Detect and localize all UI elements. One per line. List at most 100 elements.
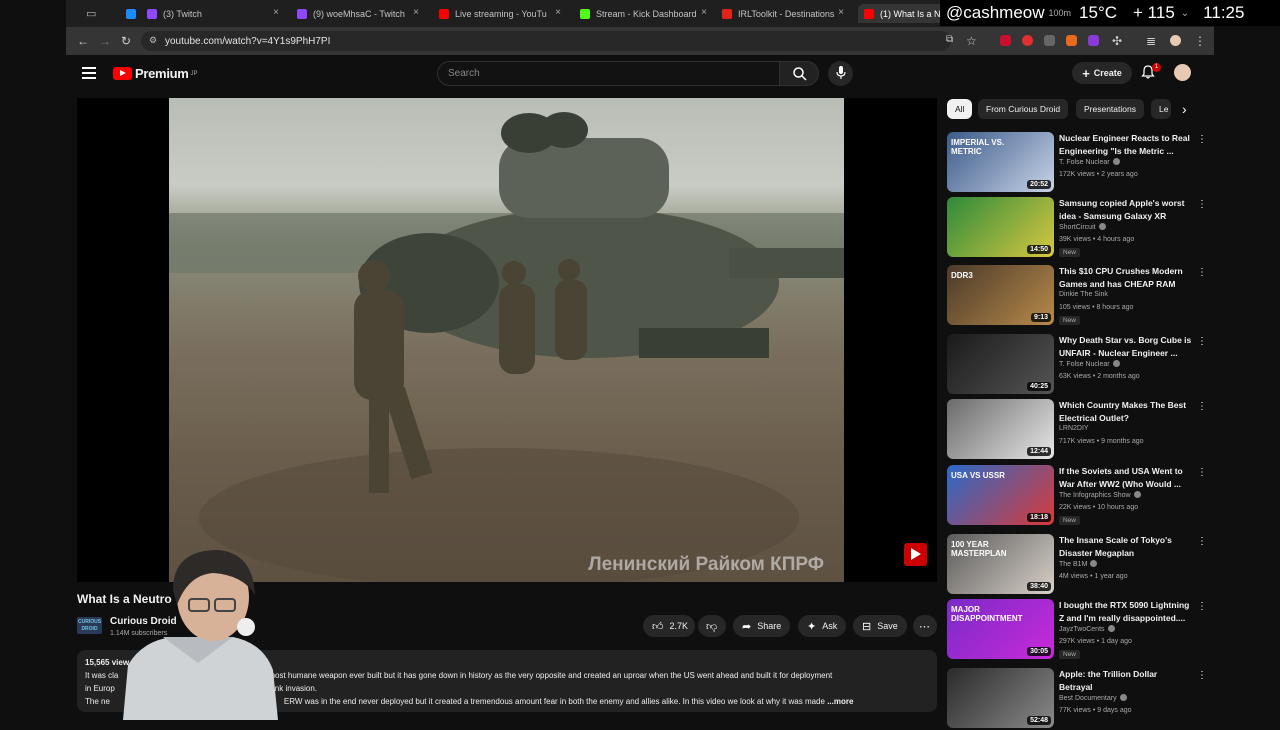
channel-name[interactable]: LRN2DIY: [1059, 425, 1089, 432]
more-horizontal-icon: ⋯: [919, 620, 930, 633]
reload-icon[interactable]: ↻: [121, 34, 131, 48]
video-thumbnail[interactable]: 52:48: [947, 668, 1054, 728]
tab-close-icon[interactable]: ×: [413, 7, 419, 18]
video-thumbnail[interactable]: 14:50: [947, 197, 1054, 257]
chip-from-channel[interactable]: From Curious Droid: [978, 99, 1069, 119]
recommended-video[interactable]: 100 YEAR MASTERPLAN 38:40 The Insane Scale…: [947, 534, 1207, 596]
url-field[interactable]: ⚙ youtube.com/watch?v=4Y1s9PhH7PI: [141, 31, 951, 51]
more-options-icon[interactable]: ⋮: [1197, 336, 1207, 347]
more-options-icon[interactable]: ⋮: [1197, 134, 1207, 145]
install-app-icon[interactable]: ⧉: [946, 34, 953, 45]
channel-name[interactable]: JayzTwoCents: [1059, 625, 1115, 633]
video-title[interactable]: Apple: the Trillion Dollar Betrayal: [1059, 668, 1193, 693]
video-title[interactable]: If the Soviets and USA Went to War After…: [1059, 465, 1193, 490]
video-player[interactable]: Ленинский Райком КПРФ: [77, 98, 937, 582]
recommended-video[interactable]: 40:25 Why Death Star vs. Borg Cube is UNF…: [947, 334, 1207, 396]
chip-presentations[interactable]: Presentations: [1076, 99, 1144, 119]
search-button[interactable]: [779, 61, 819, 86]
chip-all[interactable]: All: [947, 99, 973, 119]
browser-tab[interactable]: (9) woeMhsaC - Twitch ×: [291, 4, 421, 23]
tab-overview-icon[interactable]: ▭: [86, 4, 126, 23]
show-more-link[interactable]: ...more: [827, 697, 853, 706]
browser-tab[interactable]: Stream - Kick Dashboard ×: [574, 4, 709, 23]
menu-icon[interactable]: [82, 67, 96, 79]
overlay-handle: @cashmeow: [946, 3, 1045, 22]
more-options-icon[interactable]: ⋮: [1197, 467, 1207, 478]
back-icon[interactable]: ←: [77, 34, 89, 48]
more-options-icon[interactable]: ⋮: [1197, 199, 1207, 210]
search-input[interactable]: Search: [437, 61, 780, 86]
account-avatar[interactable]: [1174, 64, 1191, 81]
recommended-video[interactable]: DDR3 9:13 This $10 CPU Crushes Modern Game…: [947, 265, 1207, 327]
video-title[interactable]: Nuclear Engineer Reacts to Real Engineer…: [1059, 132, 1193, 157]
video-thumbnail[interactable]: 12:44: [947, 399, 1054, 459]
channel-name[interactable]: ShortCircuit: [1059, 223, 1106, 231]
channel-avatar[interactable]: CURIOUS DROID: [77, 617, 102, 634]
chevron-right-icon[interactable]: ›: [1182, 101, 1187, 117]
voice-search-button[interactable]: [828, 61, 853, 86]
browser-menu-icon[interactable]: ⋮: [1194, 34, 1206, 48]
more-options-icon[interactable]: ⋮: [1197, 601, 1207, 612]
more-options-icon[interactable]: ⋮: [1197, 267, 1207, 278]
channel-name[interactable]: T. Folse Nuclear: [1059, 360, 1120, 368]
recommended-video[interactable]: USA VS USSR 18:18 If the Soviets and USA W…: [947, 465, 1207, 527]
video-title[interactable]: This $10 CPU Crushes Modern Games and ha…: [1059, 265, 1193, 290]
create-button[interactable]: + Create: [1072, 62, 1132, 84]
tab-close-icon[interactable]: ×: [273, 7, 279, 18]
video-thumbnail[interactable]: 40:25: [947, 334, 1054, 394]
chip-more[interactable]: Le: [1151, 99, 1171, 119]
channel-label: T. Folse Nuclear: [1059, 159, 1110, 166]
save-label: Save: [877, 621, 898, 631]
video-title[interactable]: Which Country Makes The Best Electrical …: [1059, 399, 1193, 424]
channel-name[interactable]: The Infographics Show: [1059, 491, 1141, 499]
channel-name[interactable]: Dinkie The Sink: [1059, 291, 1108, 298]
video-thumbnail[interactable]: 100 YEAR MASTERPLAN 38:40: [947, 534, 1054, 594]
share-button[interactable]: ➦ Share: [733, 615, 791, 637]
dislike-button[interactable]: 👎︎: [698, 615, 726, 637]
forward-icon[interactable]: →: [99, 34, 111, 48]
extension-icon[interactable]: [1044, 35, 1055, 46]
more-options-icon[interactable]: ⋮: [1197, 536, 1207, 547]
channel-name[interactable]: The B1M: [1059, 560, 1098, 568]
more-actions-button[interactable]: ⋯: [913, 615, 937, 637]
extension-icon[interactable]: [1066, 35, 1077, 46]
more-options-icon[interactable]: ⋮: [1197, 670, 1207, 681]
reading-list-icon[interactable]: ≣: [1146, 34, 1156, 48]
save-button[interactable]: ⊟ Save: [853, 615, 907, 637]
extensions-puzzle-icon[interactable]: ✣: [1112, 34, 1122, 48]
video-duration: 14:50: [1027, 245, 1051, 254]
site-info-icon[interactable]: ⚙: [149, 35, 157, 46]
browser-tab[interactable]: Live streaming - YouTu ×: [433, 4, 563, 23]
video-title[interactable]: Samsung copied Apple's worst idea - Sams…: [1059, 197, 1193, 222]
extension-icon[interactable]: [1088, 35, 1099, 46]
recommended-video[interactable]: 52:48 Apple: the Trillion Dollar Betrayal…: [947, 668, 1207, 730]
ask-button[interactable]: ✦ Ask: [798, 615, 847, 637]
video-title[interactable]: The Insane Scale of Tokyo's Disaster Meg…: [1059, 534, 1193, 559]
recommended-video[interactable]: 14:50 Samsung copied Apple's worst idea -…: [947, 197, 1207, 259]
browser-tab[interactable]: (1) What Is a Neutr: [858, 4, 948, 23]
extension-icon[interactable]: [1000, 35, 1011, 46]
video-thumbnail[interactable]: IMPERIAL VS. METRIC 20:52: [947, 132, 1054, 192]
bookmark-star-icon[interactable]: ☆: [966, 34, 977, 48]
extension-icon[interactable]: [1022, 35, 1033, 46]
recommended-video[interactable]: 12:44 Which Country Makes The Best Electr…: [947, 399, 1207, 461]
channel-name[interactable]: T. Folse Nuclear: [1059, 158, 1120, 166]
browser-tab[interactable]: (3) Twitch ×: [141, 4, 281, 23]
profile-avatar[interactable]: [1170, 35, 1181, 46]
subscribe-watermark-icon[interactable]: [904, 543, 927, 566]
browser-tab[interactable]: IRLToolkit - Destinations ×: [716, 4, 846, 23]
like-button[interactable]: 👍︎ 2.7K: [643, 615, 695, 637]
tab-close-icon[interactable]: ×: [701, 7, 707, 18]
tab-close-icon[interactable]: ×: [555, 7, 561, 18]
video-thumbnail[interactable]: USA VS USSR 18:18: [947, 465, 1054, 525]
recommended-video[interactable]: IMPERIAL VS. METRIC 20:52 Nuclear Engineer…: [947, 132, 1207, 194]
video-title[interactable]: Why Death Star vs. Borg Cube is UNFAIR -…: [1059, 334, 1193, 359]
video-thumbnail[interactable]: MAJOR DISAPPOINTMENT 30:05: [947, 599, 1054, 659]
video-title[interactable]: I bought the RTX 5090 Lightning Z and I'…: [1059, 599, 1193, 624]
more-options-icon[interactable]: ⋮: [1197, 401, 1207, 412]
channel-name[interactable]: Best Documentary: [1059, 694, 1127, 702]
video-thumbnail[interactable]: DDR3 9:13: [947, 265, 1054, 325]
tab-close-icon[interactable]: ×: [838, 7, 844, 18]
youtube-logo[interactable]: Premium JP: [113, 66, 198, 81]
recommended-video[interactable]: MAJOR DISAPPOINTMENT 30:05 I bought the RT…: [947, 599, 1207, 661]
